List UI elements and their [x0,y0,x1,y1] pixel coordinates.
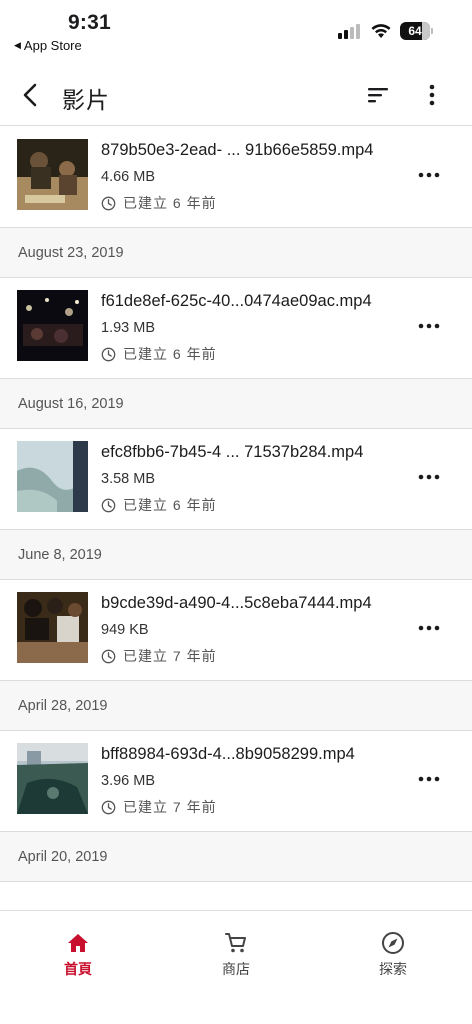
nav-bar: 影片 [0,62,472,126]
clock-icon [101,498,116,512]
tab-store-label: 商店 [222,961,250,977]
status-bar: 9:31 ◀ App Store 64 [0,0,472,58]
video-thumbnail [17,592,88,663]
back-to-app-store-link[interactable]: ◀ App Store [14,38,82,53]
created-label: 已建立 6 年前 [123,195,217,211]
video-list: 879b50e3-2ead- ... 91b66e5859.mp4 4.66 M… [0,127,472,882]
date-section-header: August 16, 2019 [0,379,472,429]
video-filename: f61de8ef-625c-40...0474ae09ac.mp4 [101,292,372,310]
video-thumbnail [17,441,88,512]
compass-icon [382,932,404,954]
video-size: 3.58 MB [101,471,155,487]
video-thumbnail [17,290,88,361]
video-filename: 879b50e3-2ead- ... 91b66e5859.mp4 [101,141,374,159]
battery-icon: 64 [400,22,433,40]
video-size: 3.96 MB [101,773,155,789]
created-label: 已建立 6 年前 [123,497,217,513]
status-icons: 64 [338,22,433,40]
more-horizontal-icon[interactable] [418,322,440,330]
created-time: 已建立 6 年前 [101,495,217,515]
tab-bar: 首頁 商店 探索 [0,910,472,1024]
video-filename: b9cde39d-a490-4...5c8eba7444.mp4 [101,594,372,612]
created-label: 已建立 6 年前 [123,346,217,362]
list-item[interactable]: efc8fbb6-7b45-4 ... 71537b284.mp4 3.58 M… [0,429,472,530]
date-section-header: June 8, 2019 [0,530,472,580]
video-thumbnail [17,139,88,210]
back-triangle-icon: ◀ [14,40,21,50]
more-horizontal-icon[interactable] [418,171,440,179]
video-size: 1.93 MB [101,320,155,336]
tab-store[interactable]: 商店 [196,931,276,979]
video-filename: bff88984-693d-4...8b9058299.mp4 [101,745,355,763]
video-thumbnail [17,743,88,814]
clock-icon [101,649,116,663]
date-section-header: April 20, 2019 [0,832,472,882]
clock-icon [101,800,116,814]
back-chevron-icon[interactable] [18,82,44,108]
cellular-signal-icon [338,24,360,39]
more-horizontal-icon[interactable] [418,624,440,632]
video-filename: efc8fbb6-7b45-4 ... 71537b284.mp4 [101,443,364,461]
tab-explore[interactable]: 探索 [353,931,433,979]
date-section-header: August 23, 2019 [0,228,472,278]
sort-icon[interactable] [366,84,392,106]
list-item[interactable]: b9cde39d-a490-4...5c8eba7444.mp4 949 KB … [0,580,472,681]
created-label: 已建立 7 年前 [123,799,217,815]
more-horizontal-icon[interactable] [418,775,440,783]
clock-icon [101,347,116,361]
cart-icon [225,933,246,953]
date-section-header: April 28, 2019 [0,681,472,731]
list-item[interactable]: f61de8ef-625c-40...0474ae09ac.mp4 1.93 M… [0,278,472,379]
created-label: 已建立 7 年前 [123,648,217,664]
tab-explore-label: 探索 [379,961,407,977]
page-title: 影片 [62,87,110,113]
video-size: 4.66 MB [101,169,155,185]
tab-home[interactable]: 首頁 [38,931,118,979]
created-time: 已建立 7 年前 [101,797,217,817]
more-vertical-icon[interactable] [424,82,440,108]
battery-level: 64 [408,24,422,38]
clock-icon [101,196,116,210]
created-time: 已建立 6 年前 [101,193,217,213]
list-item[interactable]: bff88984-693d-4...8b9058299.mp4 3.96 MB … [0,731,472,832]
created-time: 已建立 6 年前 [101,344,217,364]
home-icon [68,934,88,952]
status-time: 9:31 [68,11,111,34]
more-horizontal-icon[interactable] [418,473,440,481]
back-app-label: App Store [23,38,82,53]
video-size: 949 KB [101,622,149,638]
list-item[interactable]: 879b50e3-2ead- ... 91b66e5859.mp4 4.66 M… [0,127,472,228]
wifi-icon [371,24,391,38]
tab-home-label: 首頁 [64,961,92,977]
created-time: 已建立 7 年前 [101,646,217,666]
